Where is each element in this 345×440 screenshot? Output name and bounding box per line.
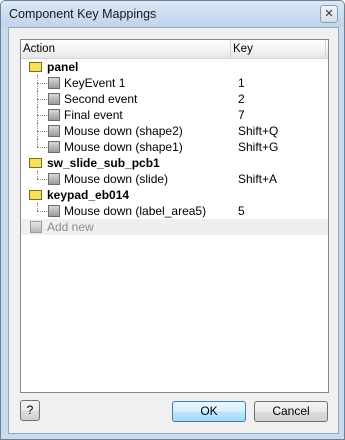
mapping-action: Mouse down (label_area5) [64, 204, 207, 218]
folder-icon [29, 62, 42, 72]
mapping-row[interactable]: Final event 7 [21, 107, 328, 123]
help-button[interactable]: ? [20, 400, 40, 421]
event-icon [48, 109, 60, 121]
title-bar[interactable]: Component Key Mappings ✕ [1, 1, 344, 27]
mapping-action: Mouse down (shape2) [64, 124, 183, 138]
tree-line [37, 139, 38, 147]
column-header-action[interactable]: Action [21, 40, 231, 58]
tree-line [37, 115, 47, 116]
event-icon [48, 173, 60, 185]
tree-line [37, 211, 47, 212]
group-row-sw-slide-sub-pcb1[interactable]: sw_slide_sub_pcb1 [21, 155, 328, 171]
cancel-button[interactable]: Cancel [254, 401, 328, 422]
event-icon [48, 141, 60, 153]
event-icon [48, 93, 60, 105]
event-icon [48, 125, 60, 137]
mapping-key: Shift+A [238, 172, 278, 186]
add-icon [30, 221, 42, 233]
tree-line [37, 171, 38, 179]
tree-line [37, 131, 47, 132]
tree-line [37, 179, 47, 180]
group-name: panel [47, 60, 79, 74]
dialog-title: Component Key Mappings [9, 7, 157, 21]
mapping-row[interactable]: Second event 2 [21, 91, 328, 107]
column-header-key[interactable]: Key [231, 40, 326, 58]
folder-icon [29, 190, 42, 200]
mapping-key: 2 [238, 92, 245, 106]
mapping-key: Shift+G [238, 140, 279, 154]
group-name: keypad_eb014 [47, 188, 130, 202]
event-icon [48, 77, 60, 89]
key-mappings-grid: Action Key panel KeyEvent 1 1 Second eve… [20, 39, 329, 393]
tree-line [37, 99, 47, 100]
mapping-row[interactable]: Mouse down (slide) Shift+A [21, 171, 328, 187]
tree-line [37, 83, 47, 84]
mapping-action: Second event [64, 92, 138, 106]
mapping-key: 7 [238, 108, 245, 122]
mapping-row[interactable]: KeyEvent 1 1 [21, 75, 328, 91]
mapping-row[interactable]: Mouse down (shape2) Shift+Q [21, 123, 328, 139]
mapping-action: Final event [64, 108, 123, 122]
add-new-row[interactable]: Add new [21, 219, 328, 235]
tree-line [37, 147, 47, 148]
ok-button[interactable]: OK [172, 401, 246, 422]
folder-icon [29, 158, 42, 168]
event-icon [48, 205, 60, 217]
dialog-client-area: Action Key panel KeyEvent 1 1 Second eve… [8, 27, 339, 434]
mapping-key: 1 [238, 76, 245, 90]
mapping-row[interactable]: Mouse down (shape1) Shift+G [21, 139, 328, 155]
tree-line [37, 203, 38, 211]
dialog-window: Component Key Mappings ✕ Action Key pane… [0, 0, 345, 440]
grid-header: Action Key [21, 40, 328, 59]
mapping-action: KeyEvent 1 [64, 76, 126, 90]
add-new-label: Add new [47, 220, 94, 234]
mapping-action: Mouse down (shape1) [64, 140, 183, 154]
mapping-row[interactable]: Mouse down (label_area5) 5 [21, 203, 328, 219]
group-row-keypad-eb014[interactable]: keypad_eb014 [21, 187, 328, 203]
mapping-action: Mouse down (slide) [64, 172, 169, 186]
group-name: sw_slide_sub_pcb1 [47, 156, 160, 170]
mapping-key: 5 [238, 204, 245, 218]
grid-rows: panel KeyEvent 1 1 Second event 2 Final … [21, 59, 328, 235]
group-row-panel[interactable]: panel [21, 59, 328, 75]
close-icon: ✕ [324, 7, 334, 20]
mapping-key: Shift+Q [238, 124, 279, 138]
close-button[interactable]: ✕ [320, 5, 338, 23]
